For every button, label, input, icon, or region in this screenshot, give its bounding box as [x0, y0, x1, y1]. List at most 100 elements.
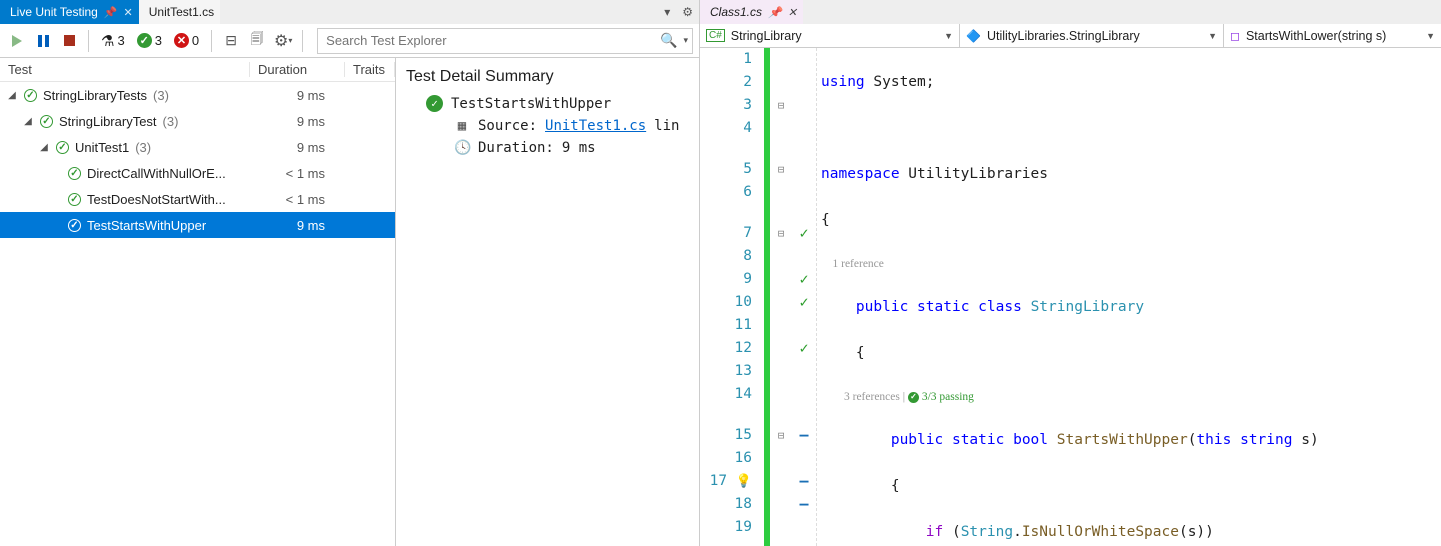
hierarchy-button[interactable]: ⊟: [220, 30, 242, 52]
col-test[interactable]: Test: [0, 62, 250, 77]
tab-dropdown-icon[interactable]: ▾: [658, 5, 676, 19]
line-numbers: 1234 56 7891011121314 1516 17 💡 1819: [700, 48, 764, 546]
search-input[interactable]: [318, 33, 654, 48]
test-explorer-toolbar: ⚗ 3 3 0 ⊟ 🗐 ⚙▾ 🔍▾: [0, 24, 699, 58]
row-duration: 9 ms: [250, 88, 345, 103]
pass-icon: [426, 95, 443, 112]
pin-icon[interactable]: 📌: [104, 6, 118, 19]
tree-row-namespace[interactable]: ◢ StringLibraryTest (3) 9 ms: [0, 108, 395, 134]
close-icon[interactable]: ✕: [124, 6, 133, 19]
pass-icon: [68, 167, 81, 180]
pass-icon: [68, 193, 81, 206]
not-covered-icon[interactable]: —: [799, 426, 808, 444]
chevron-down-icon[interactable]: ▼: [944, 31, 953, 41]
col-duration[interactable]: Duration: [250, 62, 345, 77]
source-label: Source:: [478, 118, 537, 134]
left-tabs: Live Unit Testing 📌 ✕ UnitTest1.cs ▾ ⚙: [0, 0, 699, 24]
stop-button[interactable]: [58, 30, 80, 52]
expander-icon[interactable]: ◢: [38, 142, 50, 153]
covered-pass-icon[interactable]: ✓: [799, 339, 808, 357]
expander-icon[interactable]: ◢: [6, 90, 18, 101]
row-name: UnitTest1: [75, 140, 129, 155]
codelens-tests[interactable]: 3/3 passing: [922, 391, 974, 403]
tree-row-test[interactable]: DirectCallWithNullOrE... < 1 ms: [0, 160, 395, 186]
settings-button[interactable]: ⚙▾: [272, 30, 294, 52]
close-icon[interactable]: ✕: [788, 6, 797, 19]
lightbulb-icon[interactable]: 💡: [736, 474, 752, 489]
row-duration: 9 ms: [250, 114, 345, 129]
row-name: StringLibraryTests: [43, 88, 147, 103]
row-name: DirectCallWithNullOrE...: [87, 166, 226, 181]
chevron-down-icon[interactable]: ▼: [1426, 31, 1435, 41]
duration-label: Duration:: [478, 140, 554, 156]
search-box[interactable]: 🔍▾: [317, 28, 693, 54]
tree-row-test-selected[interactable]: TestStartsWithUpper 9 ms: [0, 212, 395, 238]
source-suffix: lin: [654, 118, 679, 134]
pass-icon: [137, 33, 152, 48]
source-link[interactable]: UnitTest1.cs: [545, 118, 646, 134]
pass-icon: [24, 89, 37, 102]
source-icon: ▦: [454, 118, 470, 134]
nav-label: UtilityLibraries.StringLibrary: [987, 29, 1140, 43]
tab-label: Class1.cs: [710, 5, 762, 19]
tab-class1[interactable]: Class1.cs 📌 ✕: [700, 0, 803, 24]
flask-icon: ⚗: [101, 32, 114, 50]
codelens-references[interactable]: 1 reference: [833, 258, 884, 270]
live-test-gutter[interactable]: ✓ ✓ ✓ ✓ — — —: [792, 48, 816, 546]
expander-icon[interactable]: ◢: [22, 116, 34, 127]
tab-unittest1[interactable]: UnitTest1.cs: [139, 0, 220, 24]
pass-icon: [56, 141, 69, 154]
duration-value: 9 ms: [562, 140, 596, 156]
tree-row-test[interactable]: TestDoesNotStartWith... < 1 ms: [0, 186, 395, 212]
test-detail-panel: Test Detail Summary TestStartsWithUpper …: [395, 58, 699, 546]
class-icon: 🔷: [966, 29, 981, 43]
method-icon: ◻: [1230, 29, 1240, 43]
clock-icon: 🕓: [454, 140, 470, 156]
playlist-button[interactable]: 🗐: [246, 30, 268, 52]
col-traits[interactable]: Traits: [345, 62, 395, 77]
chevron-down-icon[interactable]: ▼: [1208, 31, 1217, 41]
not-covered-icon[interactable]: —: [799, 472, 808, 490]
covered-pass-icon[interactable]: ✓: [799, 270, 808, 288]
row-count: (3): [163, 114, 179, 129]
tree-row-class[interactable]: ◢ UnitTest1 (3) 9 ms: [0, 134, 395, 160]
row-duration: 9 ms: [250, 218, 345, 233]
row-name: TestStartsWithUpper: [87, 218, 206, 233]
run-all-button[interactable]: [6, 30, 28, 52]
nav-class[interactable]: 🔷 UtilityLibraries.StringLibrary ▼: [960, 24, 1224, 47]
pass-count: 3: [155, 33, 162, 48]
covered-pass-icon[interactable]: ✓: [799, 224, 808, 242]
tab-label: UnitTest1.cs: [149, 5, 214, 19]
tab-gear-icon[interactable]: ⚙: [676, 5, 699, 19]
nav-label: StartsWithLower(string s): [1246, 29, 1386, 43]
nav-label: StringLibrary: [731, 29, 802, 43]
not-covered-icon[interactable]: —: [799, 495, 808, 513]
grid-header: Test Duration Traits: [0, 58, 395, 82]
row-duration: 9 ms: [250, 140, 345, 155]
code-editor[interactable]: 1234 56 7891011121314 1516 17 💡 1819 ⊟ ⊟…: [700, 48, 1441, 546]
detail-title: Test Detail Summary: [406, 62, 689, 92]
pause-button[interactable]: [32, 30, 54, 52]
nav-bar: C# StringLibrary ▼ 🔷 UtilityLibraries.St…: [700, 24, 1441, 48]
detail-test-name: TestStartsWithUpper: [451, 96, 611, 112]
total-tests-status[interactable]: ⚗ 3: [97, 32, 129, 50]
pass-icon: [40, 115, 53, 128]
row-duration: < 1 ms: [250, 192, 345, 207]
row-count: (3): [153, 88, 169, 103]
csharp-icon: C#: [706, 29, 725, 42]
tree-row-project[interactable]: ◢ StringLibraryTests (3) 9 ms: [0, 82, 395, 108]
codelens-references[interactable]: 3 references: [844, 391, 900, 403]
code-text[interactable]: using System; namespace UtilityLibraries…: [816, 48, 1441, 546]
failed-tests-status[interactable]: 0: [170, 33, 203, 48]
tab-label: Live Unit Testing: [10, 5, 98, 19]
row-count: (3): [135, 140, 151, 155]
search-icon[interactable]: 🔍: [654, 32, 683, 49]
passed-tests-status[interactable]: 3: [133, 33, 166, 48]
nav-project[interactable]: C# StringLibrary ▼: [700, 24, 960, 47]
outline-gutter[interactable]: ⊟ ⊟ ⊟ ⊟: [770, 48, 792, 546]
tab-live-unit-testing[interactable]: Live Unit Testing 📌 ✕: [0, 0, 139, 24]
nav-method[interactable]: ◻ StartsWithLower(string s) ▼: [1224, 24, 1441, 47]
covered-pass-icon[interactable]: ✓: [799, 293, 808, 311]
right-tabs: Class1.cs 📌 ✕: [700, 0, 1441, 24]
pin-icon[interactable]: 📌: [768, 6, 782, 19]
